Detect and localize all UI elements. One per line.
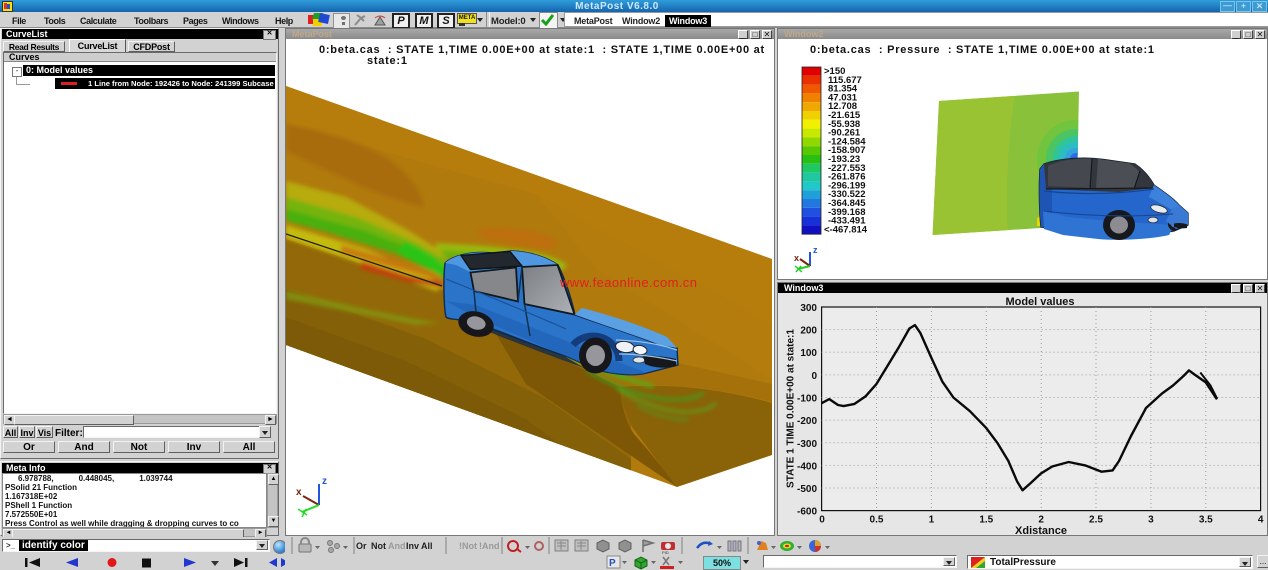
svg-text:www.feaonline.com.cn: www.feaonline.com.cn	[559, 275, 697, 290]
svg-text:<-467.814: <-467.814	[824, 224, 868, 235]
svg-text:0: 0	[819, 515, 825, 526]
svg-text:Or: Or	[356, 541, 367, 551]
svg-text:4: 4	[1258, 515, 1264, 526]
svg-text:1: 1	[929, 515, 935, 526]
svg-text:2: 2	[1038, 515, 1044, 526]
svg-text:200: 200	[800, 326, 817, 337]
svg-text:0.5: 0.5	[870, 515, 884, 526]
svg-text:z: z	[322, 476, 327, 487]
svg-text:Not: Not	[371, 541, 386, 551]
svg-text:-500: -500	[797, 484, 817, 495]
svg-text:1.5: 1.5	[979, 515, 993, 526]
svg-text:P: P	[609, 558, 616, 569]
svg-text:100: 100	[800, 348, 817, 359]
svg-text:Inv: Inv	[406, 541, 419, 551]
svg-text:0: 0	[811, 371, 817, 382]
svg-text:Model values: Model values	[1005, 296, 1074, 308]
svg-text:-100: -100	[797, 394, 817, 405]
svg-text:!Not: !Not	[459, 541, 477, 551]
svg-text:!And: !And	[479, 541, 500, 551]
svg-text:x: x	[296, 487, 302, 498]
svg-text:All: All	[421, 541, 433, 551]
svg-text:3: 3	[1148, 515, 1154, 526]
svg-text:-200: -200	[797, 416, 817, 427]
svg-text:-300: -300	[797, 439, 817, 450]
svg-text:-600: -600	[797, 507, 817, 518]
svg-text:300: 300	[800, 303, 817, 314]
svg-text:2.5: 2.5	[1089, 515, 1103, 526]
svg-text:z: z	[813, 245, 818, 255]
svg-text:3.5: 3.5	[1199, 515, 1213, 526]
svg-text:x: x	[794, 253, 799, 263]
svg-text:Xdistance: Xdistance	[1015, 525, 1067, 535]
svg-text:And: And	[388, 541, 406, 551]
svg-text:-400: -400	[797, 461, 817, 472]
